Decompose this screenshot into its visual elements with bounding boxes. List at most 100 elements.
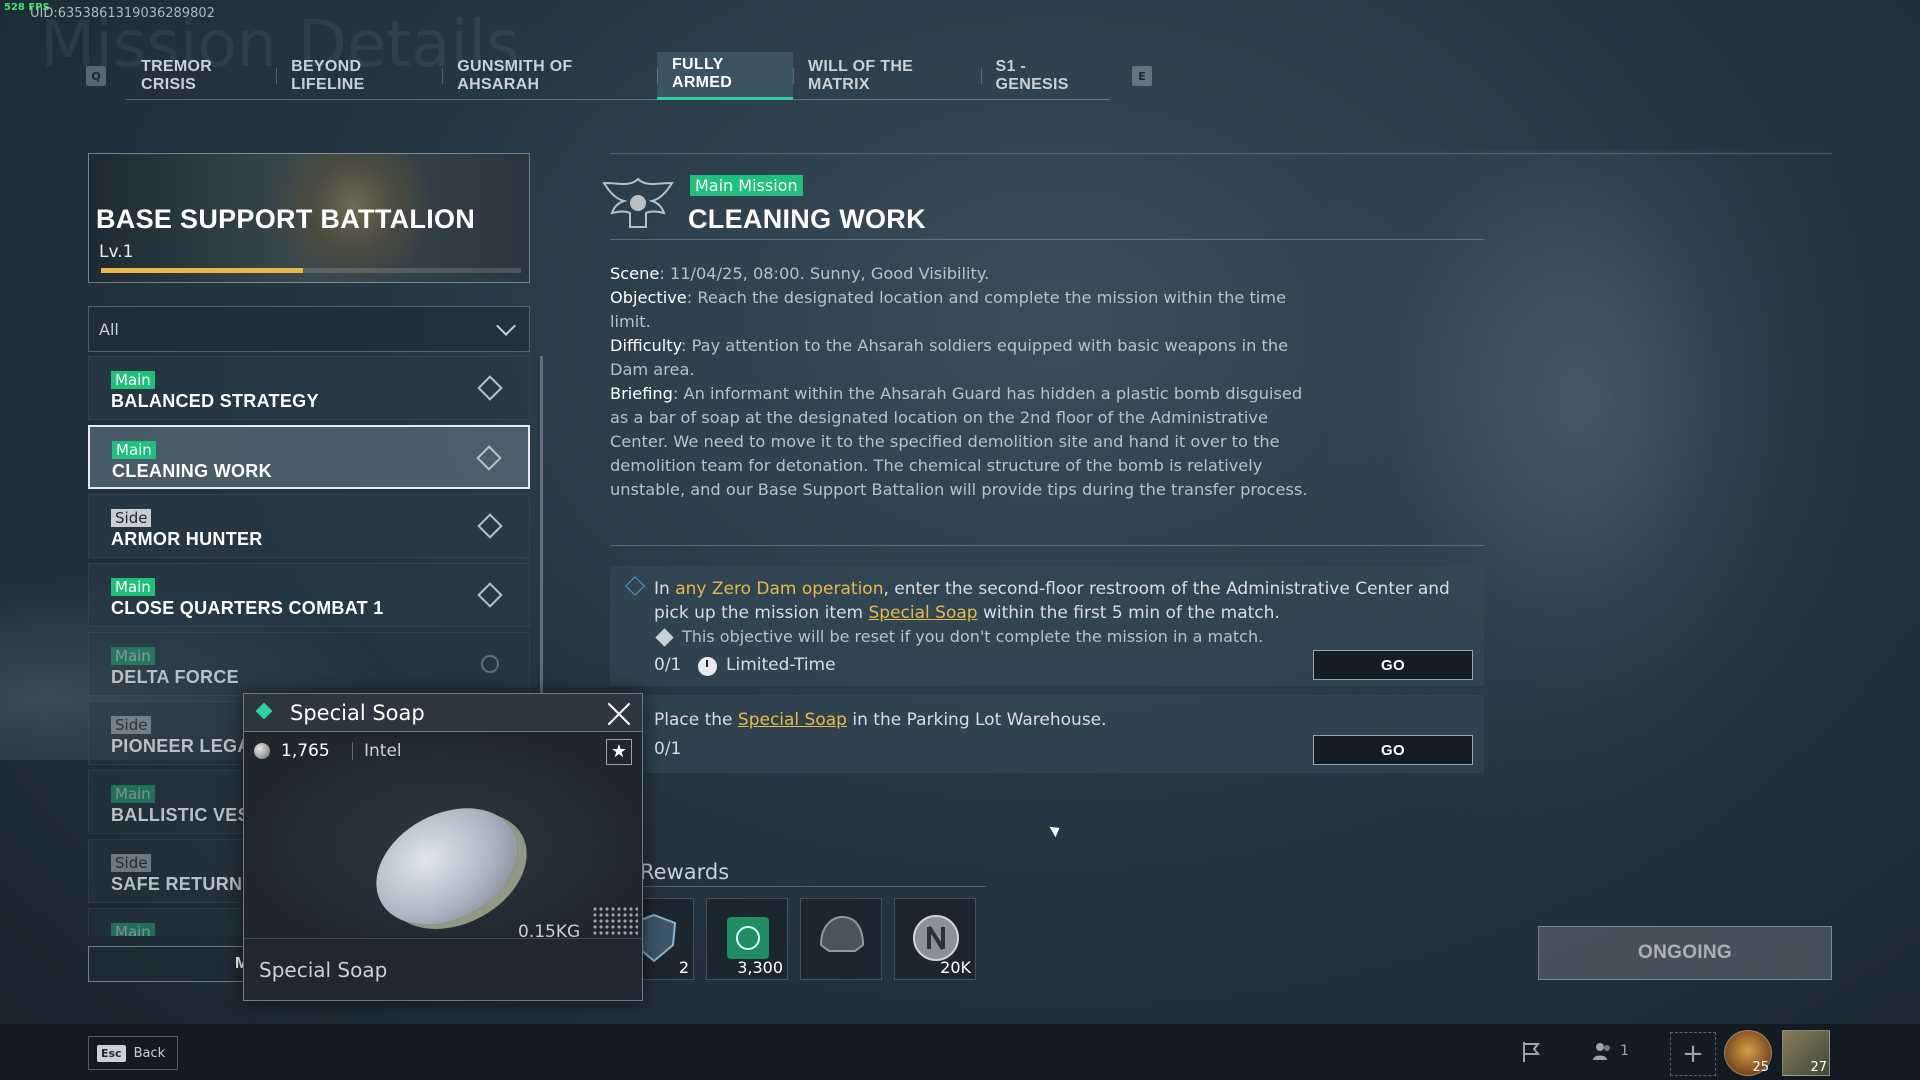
divider [352, 742, 353, 760]
add-party-member-button[interactable]: + [1670, 1032, 1716, 1076]
mouse-cursor-icon [1049, 822, 1063, 838]
go-button-1[interactable]: GO [1313, 650, 1473, 680]
eagle-emblem-icon [602, 177, 674, 228]
mission-type-badge: Side [111, 509, 152, 527]
people-icon [1593, 1043, 1610, 1060]
objective-label: Objective [610, 288, 687, 307]
mission-tab-bar: TREMOR CRISIS BEYOND LIFELINE GUNSMITH O… [126, 51, 1110, 100]
rarity-diamond-icon [255, 702, 273, 720]
objective-2-text: Place the Special Soap in the Parking Lo… [654, 708, 1107, 732]
close-icon[interactable] [606, 700, 632, 726]
mission-description: Scene: 11/04/25, 08:00. Sunny, Good Visi… [610, 262, 1320, 502]
divider [610, 239, 1484, 240]
helmet-icon [819, 915, 865, 952]
mission-type-badge: Main [111, 371, 155, 389]
mission-list-scrollbar[interactable] [540, 356, 543, 696]
tab-tremor-crisis[interactable]: TREMOR CRISIS [126, 52, 276, 100]
tooltip-footer-name: Special Soap [259, 958, 388, 982]
objective-line: Objective: Reach the designated location… [610, 286, 1320, 334]
tooltip-footer: Special Soap [244, 938, 642, 1000]
tooltip-header: Special Soap [244, 694, 642, 732]
mission-type-badge: Main [111, 785, 155, 803]
mission-type-badge: Main [111, 923, 155, 936]
tab-beyond-lifeline[interactable]: BEYOND LIFELINE [276, 52, 442, 100]
objective-2-progress: 0/1 [654, 739, 682, 759]
left-bottom-button[interactable]: M [88, 946, 248, 982]
objective-1-progress: 0/1 [654, 655, 682, 675]
briefing-line: Briefing: An informant within the Ahsara… [610, 382, 1320, 502]
limited-time-label: Limited-Time [726, 655, 836, 675]
mission-name: ARMOR HUNTER [111, 529, 263, 549]
avatar[interactable]: 25 [1724, 1030, 1772, 1076]
q-key-icon: Q [86, 66, 106, 86]
divider [610, 886, 986, 887]
item-tooltip-popup: Special Soap 1,765 Intel ★ 0.15KG Specia… [243, 693, 643, 1001]
reward-item[interactable]: 20K [894, 898, 976, 980]
back-button[interactable]: Esc Back [88, 1036, 178, 1070]
clock-icon [698, 657, 717, 676]
ongoing-status-button[interactable]: ONGOING [1538, 926, 1832, 980]
mission-name: CLOSE QUARTERS COMBAT 1 [111, 598, 384, 618]
party-count: 1 [1620, 1043, 1629, 1059]
tab-fully-armed[interactable]: FULLY ARMED [656, 51, 793, 100]
mission-name: CLEANING WORK [112, 461, 272, 481]
objective-1-text: In any Zero Dam operation, enter the sec… [654, 577, 1468, 625]
briefing-text: : An informant within the Ahsarah Guard … [610, 384, 1308, 499]
battalion-progress-bar [101, 268, 521, 273]
mission-type-tag: Main Mission [690, 175, 803, 196]
list-item[interactable]: Main BALANCED STRATEGY [88, 356, 530, 420]
item-category: Intel [364, 741, 402, 761]
divider [610, 545, 1484, 546]
e-key-icon: E [1132, 66, 1152, 86]
tooltip-title: Special Soap [290, 701, 425, 725]
battalion-banner[interactable]: BASE SUPPORT BATTALION Lv.1 [88, 153, 530, 283]
list-item[interactable]: Side ARMOR HUNTER [88, 494, 530, 558]
rewards-label: Rewards [640, 860, 730, 884]
party-indicator[interactable]: 1 [1592, 1040, 1629, 1062]
silver-coin-icon [913, 915, 959, 961]
mission-type-badge: Main [112, 441, 156, 459]
avatar-level: 25 [1752, 1060, 1769, 1075]
tab-gunsmith-of-ahsarah[interactable]: GUNSMITH OF AHSARAH [442, 52, 657, 100]
favorite-star-icon[interactable]: ★ [606, 739, 632, 765]
list-item-selected[interactable]: Main CLEANING WORK [88, 425, 530, 489]
tab-s1-genesis[interactable]: S1 - GENESIS [980, 52, 1110, 100]
list-item[interactable]: Main DELTA FORCE [88, 632, 530, 696]
list-item[interactable]: Main CLOSE QUARTERS COMBAT 1 [88, 563, 530, 627]
briefing-label: Briefing [610, 384, 673, 403]
scene-text: : 11/04/25, 08:00. Sunny, Good Visibilit… [659, 264, 990, 283]
player-uid: UID:6353861319036289802 [30, 6, 215, 21]
zero-dam-link[interactable]: any Zero Dam operation [675, 579, 883, 599]
difficulty-label: Difficulty [610, 336, 682, 355]
prev-tab-key-hint[interactable]: Q [86, 66, 106, 86]
bottom-bar [0, 1024, 1920, 1080]
objective-2-pre: Place the [654, 710, 738, 730]
track-diamond-icon [477, 582, 503, 608]
battalion-title: BASE SUPPORT BATTALION [96, 204, 476, 234]
mission-name: DELTA FORCE [111, 667, 239, 687]
esc-key-icon: Esc [97, 1044, 126, 1062]
reward-quantity: 2 [678, 958, 689, 977]
battalion-level: Lv.1 [99, 242, 134, 262]
divider [610, 153, 1832, 154]
go-button-2[interactable]: GO [1313, 735, 1473, 765]
mission-type-badge: Main [111, 578, 155, 596]
tab-will-of-the-matrix[interactable]: WILL OF THE MATRIX [792, 52, 981, 100]
avatar[interactable]: 27 [1782, 1030, 1830, 1076]
scene-line: Scene: 11/04/25, 08:00. Sunny, Good Visi… [610, 262, 1320, 286]
mission-name: BALANCED STRATEGY [111, 391, 319, 411]
next-tab-key-hint[interactable]: E [1132, 66, 1152, 86]
mission-name: BALLISTIC VES [111, 805, 250, 825]
avatar-level: 27 [1810, 1060, 1827, 1075]
reward-quantity: 3,300 [737, 958, 783, 977]
special-soap-link[interactable]: Special Soap [738, 710, 847, 730]
reward-item[interactable] [800, 898, 882, 980]
flag-icon[interactable] [1520, 1040, 1544, 1064]
objective-1-pre: In [654, 579, 676, 599]
green-crate-icon [727, 917, 769, 959]
mission-title: CLEANING WORK [688, 204, 926, 234]
reward-item[interactable]: 3,300 [706, 898, 788, 980]
special-soap-link[interactable]: Special Soap [869, 603, 978, 623]
chevron-down-icon [496, 316, 516, 336]
mission-filter-dropdown[interactable]: All [88, 306, 530, 352]
